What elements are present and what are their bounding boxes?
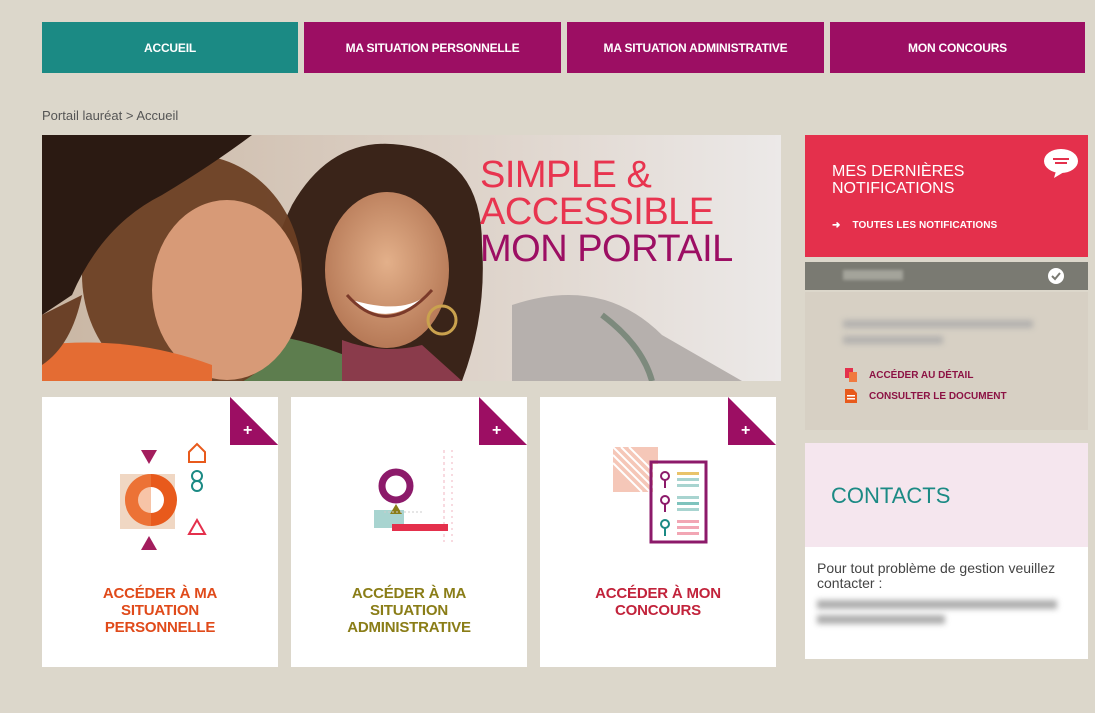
hero-tagline: SIMPLE & ACCESSIBLE MON PORTAIL (480, 154, 780, 270)
tile-label-line: ACCÉDER À MON (595, 585, 721, 602)
detail-link-label: ACCÉDER AU DÉTAIL (869, 369, 974, 381)
notifications-title: MES DERNIÈRES NOTIFICATIONS (832, 163, 965, 197)
contacts-text: Pour tout problème de gestion veuillez c… (817, 560, 1056, 591)
svg-text:+: + (243, 422, 252, 439)
contact-phone-blurred (817, 615, 945, 624)
situation-personnelle-illustration (120, 442, 207, 550)
tile-label: ACCÉDER À MON CONCOURS (550, 585, 766, 619)
tile-situation-personnelle[interactable]: + ACCÉDER À MA SITUATION PERSONNELLE (42, 397, 278, 667)
document-link[interactable]: CONSULTER LE DOCUMENT (845, 389, 1007, 403)
notifications-panel: MES DERNIÈRES NOTIFICATIONS ➜ TOUTES LES… (805, 135, 1088, 257)
situation-administrative-illustration (374, 450, 453, 542)
speech-bubble-icon (1044, 149, 1078, 178)
tab-situation-administrative[interactable]: MA SITUATION ADMINISTRATIVE (567, 22, 824, 73)
breadcrumb-separator: > (122, 108, 137, 123)
check-icon (1048, 268, 1064, 284)
notification-date-blurred (843, 270, 903, 280)
tile-mon-concours[interactable]: + ACCÉDER À MON CONCOURS (540, 397, 776, 667)
breadcrumb-current: Accueil (136, 108, 179, 123)
notification-item-header[interactable] (805, 262, 1088, 290)
tab-mon-concours[interactable]: MON CONCOURS (830, 22, 1085, 73)
all-notifications-label: TOUTES LES NOTIFICATIONS (852, 220, 998, 231)
copy-icon (845, 368, 857, 382)
document-link-label: CONSULTER LE DOCUMENT (869, 390, 1007, 402)
contact-email-blurred (817, 600, 1057, 609)
detail-link[interactable]: ACCÉDER AU DÉTAIL (845, 368, 973, 382)
notification-item-body: ACCÉDER AU DÉTAIL CONSULTER LE DOCUMENT (805, 292, 1088, 430)
plus-icon[interactable]: + (230, 397, 278, 445)
tile-label-line: ACCÉDER À MA (102, 585, 218, 602)
tile-label-line: SITUATION (121, 602, 199, 619)
hero-banner: SIMPLE & ACCESSIBLE MON PORTAIL (42, 135, 781, 381)
tab-situation-personnelle[interactable]: MA SITUATION PERSONNELLE (304, 22, 561, 73)
svg-text:+: + (492, 422, 501, 439)
svg-text:+: + (741, 422, 750, 439)
main-nav: ACCUEIL MA SITUATION PERSONNELLE MA SITU… (42, 22, 1085, 73)
tile-label-line: PERSONNELLE (104, 619, 216, 636)
hero-line-1: SIMPLE & (480, 154, 652, 196)
tile-label-line: CONCOURS (615, 602, 701, 619)
tile-label-line: ACCÉDER À MA (351, 585, 467, 602)
notification-text-blurred (843, 320, 1033, 328)
arrow-right-icon: ➜ (832, 220, 841, 231)
contacts-panel: CONTACTS Pour tout problème de gestion v… (805, 443, 1088, 659)
tile-label-line: SITUATION (370, 602, 448, 619)
tile-situation-administrative[interactable]: + ACCÉDER À MA SITUATION ADMINISTRATIVE (291, 397, 527, 667)
hero-line-3: MON PORTAIL (480, 228, 733, 270)
tile-label: ACCÉDER À MA SITUATION ADMINISTRATIVE (301, 585, 517, 636)
tile-label-line: ADMINISTRATIVE (347, 619, 471, 636)
hero-line-2: ACCESSIBLE (480, 191, 714, 233)
mon-concours-illustration (612, 446, 708, 544)
breadcrumb-parent-link[interactable]: Portail lauréat (42, 108, 122, 123)
plus-icon[interactable]: + (728, 397, 776, 445)
tab-accueil[interactable]: ACCUEIL (42, 22, 298, 73)
plus-icon[interactable]: + (479, 397, 527, 445)
document-icon (845, 389, 857, 403)
tile-label: ACCÉDER À MA SITUATION PERSONNELLE (52, 585, 268, 636)
contacts-header: CONTACTS (805, 443, 1088, 547)
breadcrumb: Portail lauréat > Accueil (42, 108, 178, 123)
notification-text-blurred (843, 336, 943, 344)
all-notifications-link[interactable]: ➜ TOUTES LES NOTIFICATIONS (832, 220, 997, 231)
contacts-title: CONTACTS (831, 483, 951, 508)
